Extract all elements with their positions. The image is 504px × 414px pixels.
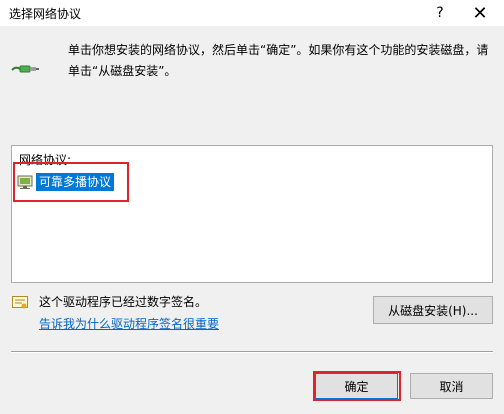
driver-signing-link[interactable]: 告诉我为什么驱动程序签名很重要 (39, 315, 219, 332)
protocol-listbox[interactable]: 网络协议: 可靠多播协议 (11, 145, 493, 283)
help-icon: ? (436, 5, 444, 21)
list-item-label: 可靠多播协议 (36, 173, 115, 191)
instructions-text: 单击你想安装的网络协议，然后单击“确定”。如果你有这个功能的安装磁盘，请 单击“… (68, 40, 498, 82)
close-button[interactable]: ✕ (462, 0, 498, 26)
close-icon: ✕ (472, 2, 488, 24)
protocol-list-label: 网络协议: (19, 153, 72, 167)
cancel-button[interactable]: 取消 (410, 373, 493, 399)
protocol-icon (17, 175, 33, 189)
ok-button[interactable]: 确定 (315, 373, 398, 399)
help-button[interactable]: ? (422, 0, 458, 26)
signature-status-text: 这个驱动程序已经过数字签名。 (39, 295, 208, 309)
list-item-reliable-multicast[interactable]: 可靠多播协议 (17, 172, 115, 192)
instructions-line-1: 单击你想安装的网络协议，然后单击“确定”。如果你有这个功能的安装磁盘，请 (68, 43, 489, 57)
certificate-icon (12, 296, 28, 309)
select-network-protocol-dialog: 选择网络协议 ? ✕ 单击你想安装的网络协议，然后单击“确定”。如果你有这个功能… (0, 0, 504, 414)
title-bar: 选择网络协议 ? ✕ (0, 0, 504, 26)
divider (11, 351, 493, 353)
instructions-line-2: 单击“从磁盘安装”。 (68, 64, 177, 78)
window-title: 选择网络协议 (9, 7, 82, 21)
have-disk-button[interactable]: 从磁盘安装(H)... (373, 296, 493, 324)
network-cable-icon (11, 65, 39, 73)
